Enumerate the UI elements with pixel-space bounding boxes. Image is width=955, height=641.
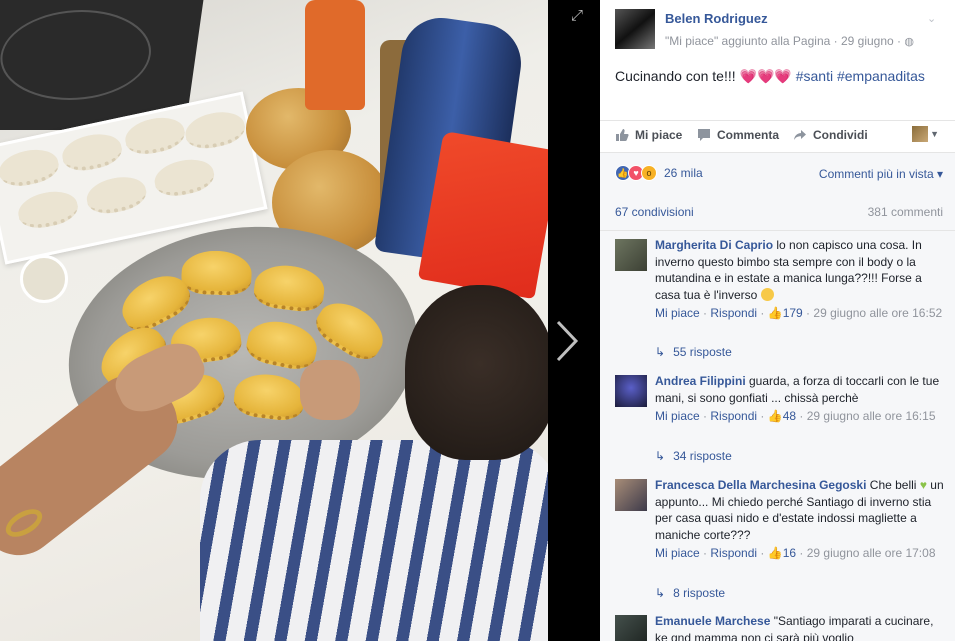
chevron-right-icon[interactable] — [552, 318, 584, 364]
post-side-panel: Belen Rodriguez "Mi piace" aggiunto alla… — [600, 0, 955, 641]
stats-row: 67 condivisioni 381 commenti — [600, 195, 955, 231]
comment-button-label: Commenta — [717, 128, 780, 142]
post-photo[interactable] — [0, 0, 548, 641]
shares-count[interactable]: 67 condivisioni — [615, 205, 694, 219]
post-header: Belen Rodriguez "Mi piace" aggiunto alla… — [600, 0, 955, 58]
share-button-label: Condividi — [813, 128, 868, 142]
comment-bubble-icon — [698, 129, 710, 141]
thumbs-up-icon: 👍 — [767, 409, 783, 423]
hearts-emoji: 💗💗💗 — [739, 68, 792, 84]
expand-icon[interactable]: ⤢ — [569, 8, 585, 24]
globe-icon: ◍ — [904, 36, 914, 48]
comment-meta: Mi piace · Rispondi · 👍179 · 29 giugno a… — [655, 306, 943, 320]
comment-likes[interactable]: 👍48 — [768, 409, 796, 423]
wow-reaction-icon: o — [641, 165, 657, 181]
comment-reply-link[interactable]: Rispondi — [710, 306, 757, 320]
photo-viewer: ⤢ — [0, 0, 600, 641]
post-meta-text: "Mi piace" aggiunto alla Pagina · 29 giu… — [665, 34, 902, 48]
reply-arrow-icon: ↳ — [655, 345, 666, 359]
reactions-count: 26 mila — [664, 166, 703, 180]
comment-time[interactable]: 29 giugno alle ore 17:08 — [807, 546, 936, 560]
feedback-section: 👍 ♥ o 26 mila Commenti più in vista ▾ 67… — [600, 152, 955, 641]
reply-arrow-icon: ↳ — [655, 586, 666, 600]
comments-count[interactable]: 381 commenti — [868, 205, 943, 219]
comment-author[interactable]: Margherita Di Caprio — [655, 238, 773, 252]
chevron-down-icon[interactable]: ⌄ — [927, 12, 939, 25]
comment-likes-count: 179 — [782, 306, 803, 320]
comment-likes[interactable]: 👍16 — [768, 546, 796, 560]
post-actions-bar: Mi piace Commenta Condividi ▼ — [600, 120, 955, 152]
post-caption: Cucinando con te!!! 💗💗💗 #santi #empanadi… — [615, 68, 925, 85]
comment-time[interactable]: 29 giugno alle ore 16:52 — [813, 306, 942, 320]
replies-count: 34 risposte — [673, 449, 732, 463]
green-heart-emoji-icon: ♥ — [919, 478, 927, 492]
thumbs-up-icon: 👍 — [767, 546, 783, 560]
comment-button[interactable]: Commenta — [697, 128, 779, 142]
replies-count: 55 risposte — [673, 345, 732, 359]
reactions-summary[interactable]: 👍 ♥ o 26 mila — [615, 165, 703, 181]
comment-likes-count: 48 — [782, 409, 797, 423]
comment-like-link[interactable]: Mi piace — [655, 546, 700, 560]
caret-down-icon: ▼ — [930, 129, 939, 139]
child-image-region — [200, 440, 548, 641]
avatar — [912, 126, 929, 142]
share-button[interactable]: Condividi — [793, 128, 868, 142]
like-button[interactable]: Mi piace — [615, 128, 682, 142]
comment-author[interactable]: Andrea Filippini — [655, 374, 746, 388]
avatar[interactable] — [615, 615, 647, 641]
comment-like-link[interactable]: Mi piace — [655, 409, 700, 423]
comment-time[interactable]: 29 giugno alle ore 16:15 — [807, 409, 936, 423]
replies-count: 8 risposte — [673, 586, 726, 600]
comment-order-filter[interactable]: Commenti più in vista ▾ — [819, 167, 943, 181]
comment-meta: Mi piace · Rispondi · 👍16 · 29 giugno al… — [655, 546, 936, 560]
like-button-label: Mi piace — [635, 128, 683, 142]
comment-body: Margherita Di Caprio lo non capisco una … — [655, 237, 945, 321]
avatar[interactable] — [615, 479, 647, 511]
smiley-emoji-icon — [760, 287, 774, 301]
hashtag-empanaditas[interactable]: #empanaditas — [837, 68, 925, 84]
child-head-image-region — [405, 285, 548, 460]
avatar[interactable] — [615, 9, 655, 49]
post-author-name[interactable]: Belen Rodriguez — [665, 11, 768, 26]
comment-item: Francesca Della Marchesina Gegoski Che b… — [615, 477, 945, 599]
comment-body: Andrea Filippini guarda, a forza di tocc… — [655, 373, 945, 424]
comment-author[interactable]: Emanuele Marchese — [655, 614, 770, 628]
comment-item: Andrea Filippini guarda, a forza di tocc… — [615, 373, 945, 455]
avatar[interactable] — [615, 375, 647, 407]
post-caption-text: Cucinando con te!!! — [615, 68, 740, 84]
thumbs-up-icon — [616, 129, 629, 141]
comment-item: Emanuele Marchese "Santiago imparati a c… — [615, 613, 945, 641]
hashtag-santi[interactable]: #santi — [796, 68, 833, 84]
comment-reply-link[interactable]: Rispondi — [710, 546, 757, 560]
comment-meta: Mi piace · Rispondi · 👍48 · 29 giugno al… — [655, 409, 936, 423]
view-replies-link[interactable]: ↳ 8 risposte — [655, 586, 725, 600]
view-replies-link[interactable]: ↳ 34 risposte — [655, 449, 732, 463]
thumbs-up-icon: 👍 — [767, 306, 783, 320]
comment-text: Che belli — [866, 478, 920, 492]
view-replies-link[interactable]: ↳ 55 risposte — [655, 345, 732, 359]
comment-likes-count: 16 — [782, 546, 797, 560]
comment-reply-link[interactable]: Rispondi — [710, 409, 757, 423]
comment-author[interactable]: Francesca Della Marchesina Gegoski — [655, 478, 866, 492]
avatar[interactable] — [615, 239, 647, 271]
comment-likes[interactable]: 👍179 — [768, 306, 803, 320]
comment-body: Francesca Della Marchesina Gegoski Che b… — [655, 477, 945, 561]
reply-arrow-icon: ↳ — [655, 449, 666, 463]
comment-like-link[interactable]: Mi piace — [655, 306, 700, 320]
comment-body: Emanuele Marchese "Santiago imparati a c… — [655, 613, 945, 641]
post-subline: "Mi piace" aggiunto alla Pagina · 29 giu… — [665, 34, 914, 48]
actor-selector[interactable]: ▼ — [912, 126, 939, 142]
pacifier-image-region — [20, 255, 68, 303]
share-arrow-icon — [794, 130, 806, 140]
